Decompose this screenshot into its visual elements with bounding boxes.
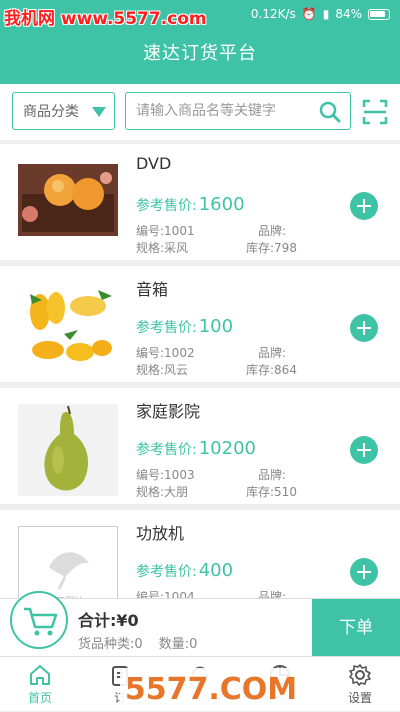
cart-qty: 数量:0 bbox=[158, 637, 198, 652]
product-item[interactable]: DVD 参考售价: 1600 编号:1001 品牌: 规格:采风 库存:798 bbox=[0, 144, 400, 260]
product-spec: 规格:风云 bbox=[136, 363, 189, 377]
product-price: 参考售价: 10200 bbox=[136, 438, 256, 459]
system-info: 0.12K/s ⏰ ▮ 84% bbox=[251, 7, 390, 21]
product-stock: 库存:798 bbox=[246, 241, 297, 255]
price-value: 400 bbox=[198, 560, 234, 581]
search-icon[interactable] bbox=[318, 100, 342, 124]
product-image bbox=[18, 404, 118, 496]
status-bar: 我机网 www.5577.com 0.12K/s ⏰ ▮ 84% bbox=[0, 0, 400, 32]
category-dropdown[interactable]: 商品分类 bbox=[12, 92, 115, 130]
cart-total: 合计:¥0 bbox=[78, 611, 139, 630]
gear-icon bbox=[349, 664, 371, 686]
product-image bbox=[18, 284, 118, 372]
home-icon bbox=[30, 665, 50, 685]
dropdown-arrow-icon bbox=[92, 107, 106, 117]
product-price: 参考售价: 400 bbox=[136, 560, 233, 581]
product-price: 参考售价: 1600 bbox=[136, 194, 245, 215]
app-title-bar: 速达订货平台 bbox=[0, 32, 400, 84]
product-item[interactable]: 暂无图片 功放机 参考售价: 400 编号:1004 品牌: bbox=[0, 510, 400, 626]
battery-level: 84% bbox=[335, 7, 362, 21]
product-brand: 品牌: bbox=[258, 346, 287, 360]
product-name: 音箱 bbox=[136, 280, 169, 299]
add-to-cart-button[interactable] bbox=[350, 558, 378, 586]
price-label: 参考售价: bbox=[136, 564, 197, 580]
cart-bar: 合计:¥0 货品种类:0 数量:0 下单 bbox=[0, 591, 400, 657]
price-value: 10200 bbox=[198, 438, 256, 459]
product-spec: 规格:大朋 bbox=[136, 485, 189, 499]
category-label: 商品分类 bbox=[23, 104, 79, 120]
cart-button[interactable] bbox=[10, 591, 68, 649]
product-stock: 库存:864 bbox=[246, 363, 297, 377]
product-name: 家庭影院 bbox=[136, 402, 201, 421]
add-to-cart-button[interactable] bbox=[350, 436, 378, 464]
tab-home[interactable]: 首页 bbox=[0, 657, 80, 712]
alarm-icon: ⏰ bbox=[301, 7, 317, 21]
scan-icon[interactable] bbox=[362, 99, 388, 125]
tab-label: 设置 bbox=[347, 691, 372, 705]
tab-label: 首页 bbox=[27, 691, 52, 705]
product-brand: 品牌: bbox=[258, 468, 287, 482]
product-code: 编号:1003 bbox=[136, 468, 195, 482]
price-label: 参考售价: bbox=[136, 198, 197, 214]
product-price: 参考售价: 100 bbox=[136, 316, 233, 337]
tab-settings[interactable]: 设置 bbox=[320, 657, 400, 712]
product-image bbox=[18, 164, 118, 236]
network-speed: 0.12K/s bbox=[250, 7, 296, 21]
search-input[interactable] bbox=[136, 99, 311, 123]
product-spec: 规格:采风 bbox=[136, 241, 189, 255]
watermark-logo: 我机网 www.5577.com bbox=[4, 9, 207, 29]
price-label: 参考售价: bbox=[136, 442, 197, 458]
cart-counts: 货品种类:0 数量:0 bbox=[78, 633, 197, 652]
place-order-button[interactable]: 下单 bbox=[312, 599, 400, 657]
search-box bbox=[125, 92, 351, 130]
battery-icon bbox=[368, 8, 390, 20]
page-title: 速达订货平台 bbox=[143, 43, 257, 64]
product-code: 编号:1002 bbox=[136, 346, 195, 360]
add-to-cart-button[interactable] bbox=[350, 314, 378, 342]
product-item[interactable]: 音箱 参考售价: 100 编号:1002 品牌: 规格:风云 库存:864 bbox=[0, 266, 400, 382]
cart-kinds: 货品种类:0 bbox=[78, 637, 143, 652]
add-to-cart-button[interactable] bbox=[350, 192, 378, 220]
product-name: 功放机 bbox=[136, 524, 185, 543]
cart-icon bbox=[24, 607, 58, 636]
product-code: 编号:1001 bbox=[136, 224, 195, 238]
product-item[interactable]: 家庭影院 参考售价: 10200 编号:1003 品牌: 规格:大朋 库存:51… bbox=[0, 388, 400, 504]
product-stock: 库存:510 bbox=[246, 485, 297, 499]
watermark-overlay: 5577.COM bbox=[120, 668, 302, 711]
price-value: 1600 bbox=[198, 194, 245, 215]
price-value: 100 bbox=[198, 316, 234, 337]
signal-icon: ▮ bbox=[322, 7, 330, 21]
search-bar: 商品分类 bbox=[0, 84, 400, 140]
product-name: DVD bbox=[136, 154, 172, 173]
product-brand: 品牌: bbox=[258, 224, 287, 238]
price-label: 参考售价: bbox=[136, 320, 197, 336]
